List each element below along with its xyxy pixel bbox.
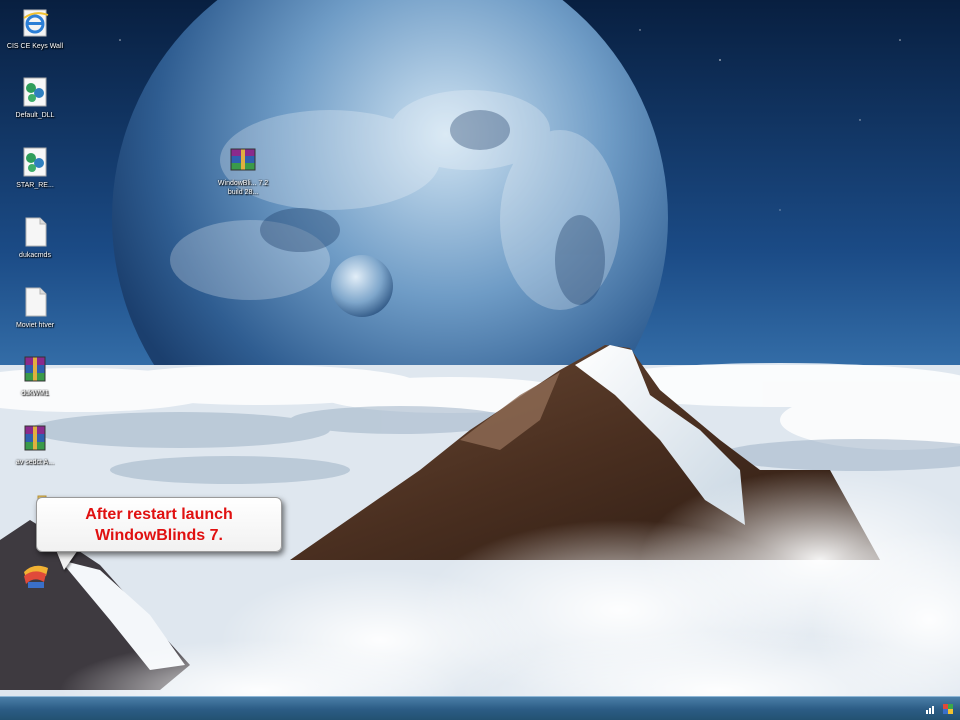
winrar-icon bbox=[24, 425, 46, 451]
desktop-icon-cis-ce-keys-wall[interactable]: CIS CE Keys Wall bbox=[0, 6, 70, 51]
desktop-icon-label: STAR_RE... bbox=[16, 182, 54, 189]
file-icon bbox=[25, 287, 47, 317]
dll-icon bbox=[23, 147, 47, 177]
desktop-icon-label: Default_DLL bbox=[15, 112, 55, 119]
winrar-icon bbox=[230, 148, 256, 171]
internet-explorer-icon bbox=[23, 9, 49, 37]
file-icon bbox=[25, 217, 47, 247]
desktop-icon-default-dll[interactable]: Default_DLL bbox=[0, 75, 70, 120]
desktop-icon-label: CIS CE Keys Wall bbox=[6, 43, 64, 50]
desktop-icon-dukwm1[interactable]: dukWM1 bbox=[0, 353, 70, 398]
network-icon[interactable] bbox=[925, 703, 937, 715]
windowblinds-icon bbox=[24, 565, 48, 588]
instruction-callout: After restart launch WindowBlinds 7. bbox=[36, 497, 282, 552]
desktop-screen: CIS CE Keys Wall Default_DLL STAR_RE... … bbox=[0, 0, 960, 720]
desktop-icon-label: WindowBli... 7.2 build 28... bbox=[217, 180, 269, 196]
winrar-icon bbox=[24, 356, 46, 382]
desktop-icon-label: dukWM1 bbox=[21, 390, 49, 397]
dll-icon bbox=[23, 77, 47, 107]
desktop-icon-label: dukacmds bbox=[19, 252, 51, 259]
desktop-icon-label: Moviet htver bbox=[15, 322, 55, 329]
desktop-icon-av-sedct[interactable]: av sedct A... bbox=[0, 422, 70, 467]
desktop-icon-moviet-htver[interactable]: Moviet htver bbox=[0, 285, 70, 330]
desktop-wallpaper bbox=[0, 0, 960, 720]
taskbar[interactable] bbox=[0, 696, 960, 720]
callout-tail bbox=[56, 550, 78, 570]
callout-line-2: WindowBlinds 7. bbox=[95, 527, 223, 544]
desktop-icon-label: av sedct A... bbox=[15, 459, 55, 466]
desktop-icon-windowblinds-archive[interactable]: WindowBli... 7.2 build 28... bbox=[208, 143, 278, 197]
flag-icon[interactable] bbox=[942, 703, 954, 715]
desktop-icon-star-re[interactable]: STAR_RE... bbox=[0, 145, 70, 190]
desktop-icon-dukacmds[interactable]: dukacmds bbox=[0, 215, 70, 260]
callout-line-1: After restart launch bbox=[85, 506, 233, 523]
system-tray bbox=[925, 702, 954, 716]
